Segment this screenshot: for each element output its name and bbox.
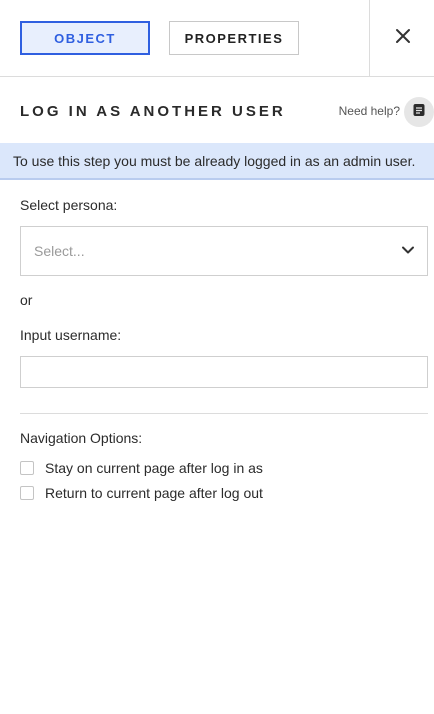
help-link[interactable]: Need help? [339,104,400,118]
close-icon [395,28,411,49]
tab-properties-label: PROPERTIES [184,30,284,46]
stay-on-page-label: Stay on current page after log in as [45,460,263,476]
chevron-down-icon [401,243,415,262]
tab-properties[interactable]: PROPERTIES [169,21,299,55]
info-banner: To use this step you must be already log… [0,143,434,180]
properties-panel: OBJECT PROPERTIES LOG IN AS ANOTHER USER… [0,0,434,714]
username-input[interactable] [20,356,428,388]
panel-header: OBJECT PROPERTIES [0,0,434,77]
tab-object-label: OBJECT [54,30,116,46]
navigation-options-label: Navigation Options: [20,430,143,446]
persona-select[interactable]: Select... [20,226,428,276]
persona-select-placeholder: Select... [34,243,85,259]
return-to-page-label: Return to current page after log out [45,485,263,501]
return-to-page-checkbox[interactable] [20,486,34,500]
or-text: or [20,292,33,308]
close-button[interactable] [369,0,434,76]
section-title: LOG IN AS ANOTHER USER [20,103,286,120]
return-to-page-option[interactable]: Return to current page after log out [20,485,263,501]
document-icon [412,103,426,122]
stay-on-page-checkbox[interactable] [20,461,34,475]
stay-on-page-option[interactable]: Stay on current page after log in as [20,460,263,476]
tab-object[interactable]: OBJECT [20,21,150,55]
info-banner-text: To use this step you must be already log… [13,152,416,169]
help-button[interactable] [404,97,434,127]
username-label: Input username: [20,327,122,343]
divider [20,413,428,414]
persona-label: Select persona: [20,197,118,213]
